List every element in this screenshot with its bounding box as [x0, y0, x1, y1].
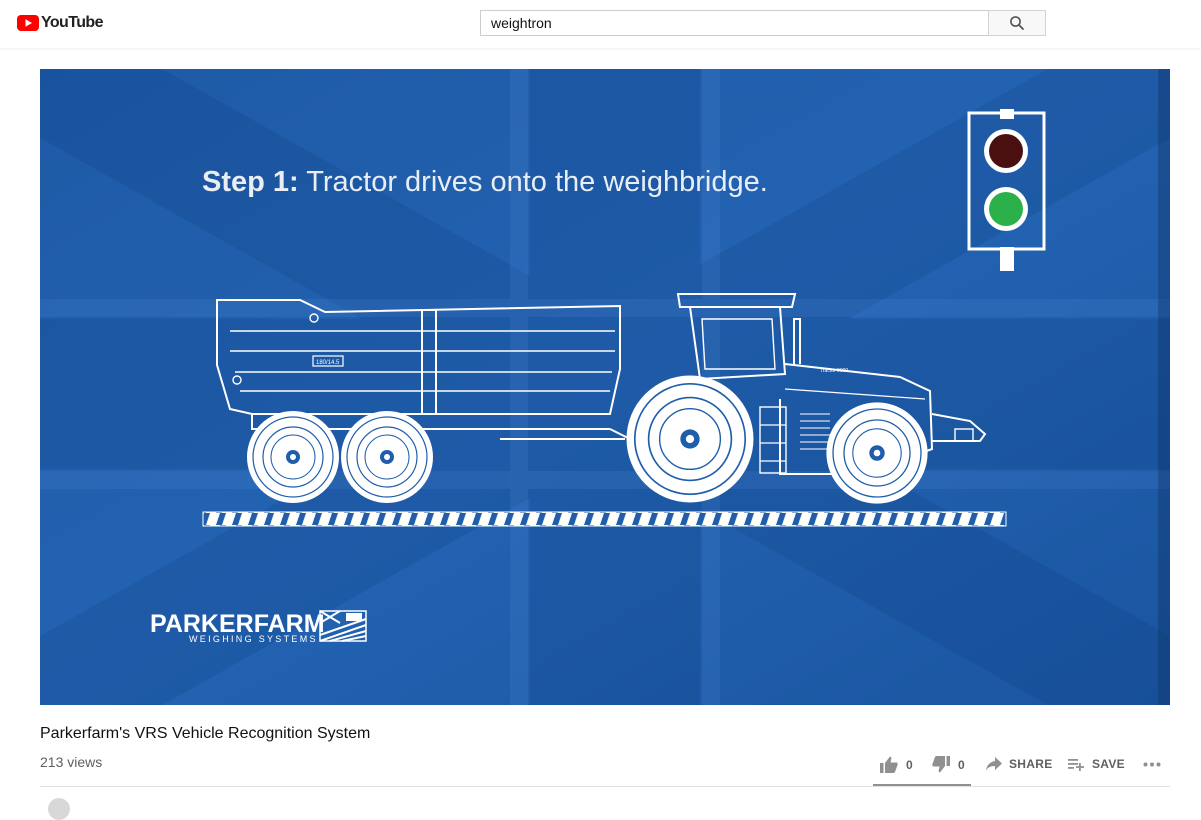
trailer-wheel-rear [246, 410, 340, 504]
trailer-plate: 180/14.5 [316, 360, 340, 366]
weighbridge [202, 511, 1007, 527]
logo-text: YouTube [41, 14, 103, 31]
more-actions-button[interactable] [1143, 762, 1161, 767]
share-icon [986, 757, 1002, 771]
tractor-front-wheel [825, 401, 929, 505]
like-count: 0 [906, 757, 913, 772]
playlist-add-icon [1068, 758, 1084, 771]
share-label: SHARE [1009, 757, 1053, 771]
view-count: 213 views [40, 754, 103, 770]
step-caption: Step 1: Tractor drives onto the weighbri… [202, 166, 768, 198]
more-horiz-icon [1143, 762, 1161, 767]
like-button[interactable]: 0 [880, 756, 913, 773]
green-light [989, 192, 1023, 226]
tractor-rear-wheel [625, 374, 755, 504]
dislike-count: 0 [958, 757, 965, 772]
tractor-plate: Tractor 9000 [820, 368, 848, 374]
video-frame: Step 1: Tractor drives onto the weighbri… [40, 69, 1170, 705]
youtube-play-icon [17, 15, 39, 31]
thumbs-down-icon [932, 756, 950, 773]
share-button[interactable]: SHARE [986, 757, 1053, 771]
divider [40, 786, 1170, 787]
video-title: Parkerfarm's VRS Vehicle Recognition Sys… [40, 725, 371, 742]
save-button[interactable]: SAVE [1068, 757, 1125, 771]
masthead: YouTube [0, 0, 1201, 48]
brand-subtitle: WEIGHING SYSTEMS [189, 634, 318, 644]
search-input[interactable] [481, 11, 988, 35]
search-button[interactable] [988, 10, 1046, 36]
video-player[interactable]: Step 1: Tractor drives onto the weighbri… [40, 69, 1170, 705]
trailer-wheel-front [340, 410, 434, 504]
search-box [480, 10, 988, 36]
channel-avatar[interactable] [48, 798, 70, 820]
youtube-logo[interactable]: YouTube [17, 13, 103, 33]
step-caption-text: Tractor drives onto the weighbridge. [299, 166, 768, 198]
dislike-button[interactable]: 0 [932, 756, 965, 773]
save-label: SAVE [1092, 757, 1125, 771]
red-light [989, 134, 1023, 168]
thumbs-up-icon [880, 756, 898, 773]
search-icon [1010, 16, 1024, 30]
step-caption-bold: Step 1: [202, 166, 299, 198]
